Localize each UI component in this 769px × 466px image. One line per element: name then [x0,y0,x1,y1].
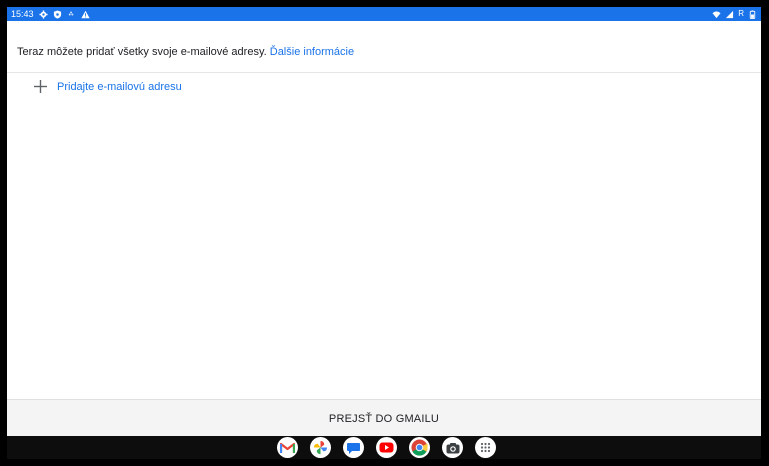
plus-icon [34,80,47,93]
camera-icon[interactable] [442,437,463,458]
taskbar [7,436,761,459]
app-launcher-icon[interactable] [475,437,496,458]
shield-icon [53,9,61,19]
footer-bar: PREJSŤ DO GMAILU [7,399,761,437]
wifi-icon [712,10,721,18]
gmail-icon[interactable] [277,437,298,458]
info-banner: Teraz môžete pridať všetky svoje e-mailo… [7,21,761,73]
status-time: 15:43 [11,9,34,19]
app-dock [277,437,496,458]
add-email-label: Pridajte e-mailovú adresu [57,81,182,93]
youtube-icon[interactable] [376,437,397,458]
add-email-row[interactable]: Pridajte e-mailovú adresu [7,73,761,103]
warning-icon [80,10,90,18]
info-text: Teraz môžete pridať všetky svoje e-mailo… [17,46,267,58]
settings-gear-icon [38,9,48,19]
dots-icon [68,11,73,15]
info-message: Teraz môžete pridať všetky svoje e-mailo… [17,46,354,58]
battery-icon [749,9,756,19]
learn-more-link[interactable]: Ďalšie informácie [270,46,354,58]
chrome-icon[interactable] [409,437,430,458]
messages-icon[interactable] [343,437,364,458]
status-bar: 15:43 R [7,7,761,21]
photos-pinwheel-icon[interactable] [310,437,331,458]
go-to-gmail-button[interactable]: PREJSŤ DO GMAILU [7,400,761,437]
roaming-indicator: R [738,9,744,18]
screen: 15:43 R Teraz môžete pridať všetky svoje… [7,7,761,459]
signal-icon [726,10,734,18]
